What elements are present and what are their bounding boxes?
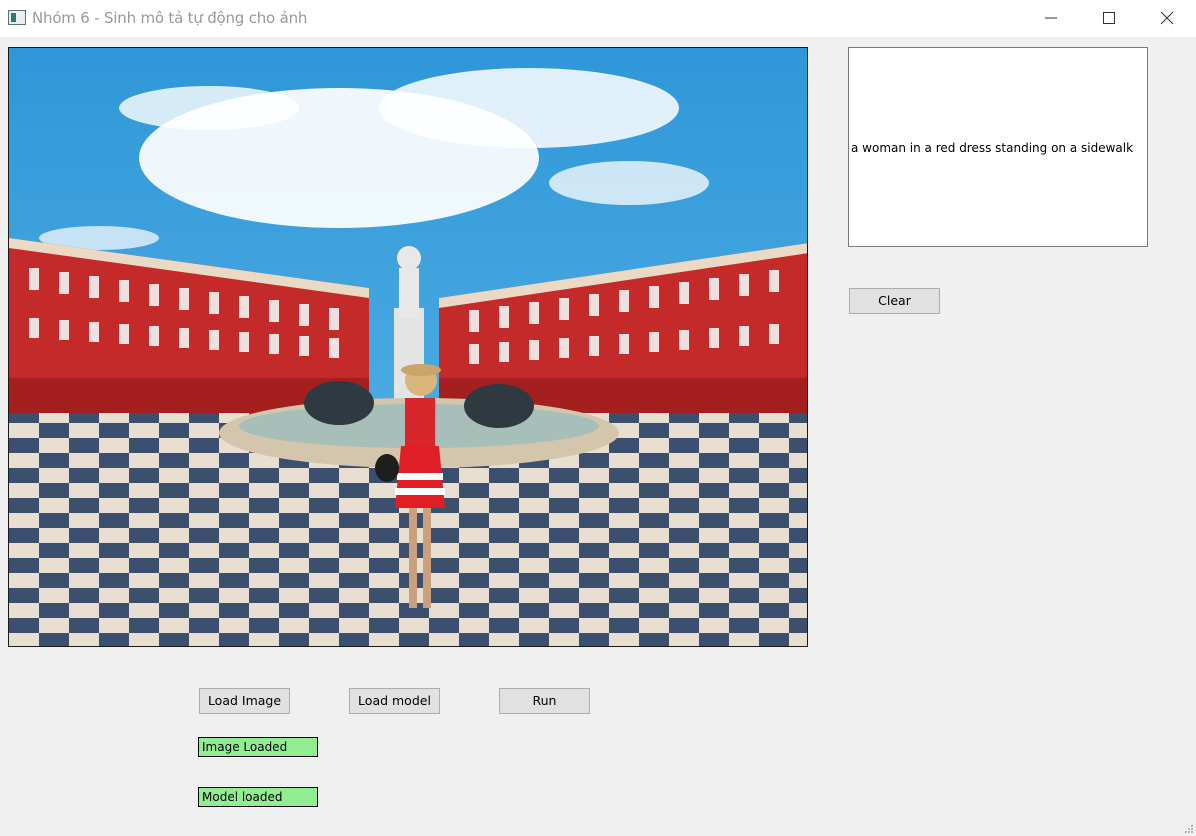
clear-button[interactable]: Clear <box>849 288 940 314</box>
preview-photo <box>9 48 807 646</box>
title-bar: Nhóm 6 - Sinh mô tả tự động cho ảnh <box>0 0 1196 37</box>
app-window-icon <box>8 10 26 25</box>
minimize-button[interactable] <box>1028 0 1074 37</box>
maximize-button[interactable] <box>1086 0 1132 37</box>
resize-grip-icon[interactable] <box>1184 824 1194 834</box>
window-title: Nhóm 6 - Sinh mô tả tự động cho ảnh <box>32 9 308 27</box>
close-icon <box>1160 11 1174 25</box>
load-model-button[interactable]: Load model <box>349 688 440 714</box>
caption-text: a woman in a red dress standing on a sid… <box>851 141 1134 155</box>
image-status-label: Image Loaded <box>198 737 318 757</box>
minimize-icon <box>1045 17 1057 19</box>
close-button[interactable] <box>1144 0 1190 37</box>
model-status-label: Model loaded <box>198 787 318 807</box>
maximize-icon <box>1103 12 1115 24</box>
caption-output[interactable]: a woman in a red dress standing on a sid… <box>848 47 1148 247</box>
load-image-button[interactable]: Load Image <box>199 688 290 714</box>
image-preview <box>8 47 808 647</box>
run-button[interactable]: Run <box>499 688 590 714</box>
